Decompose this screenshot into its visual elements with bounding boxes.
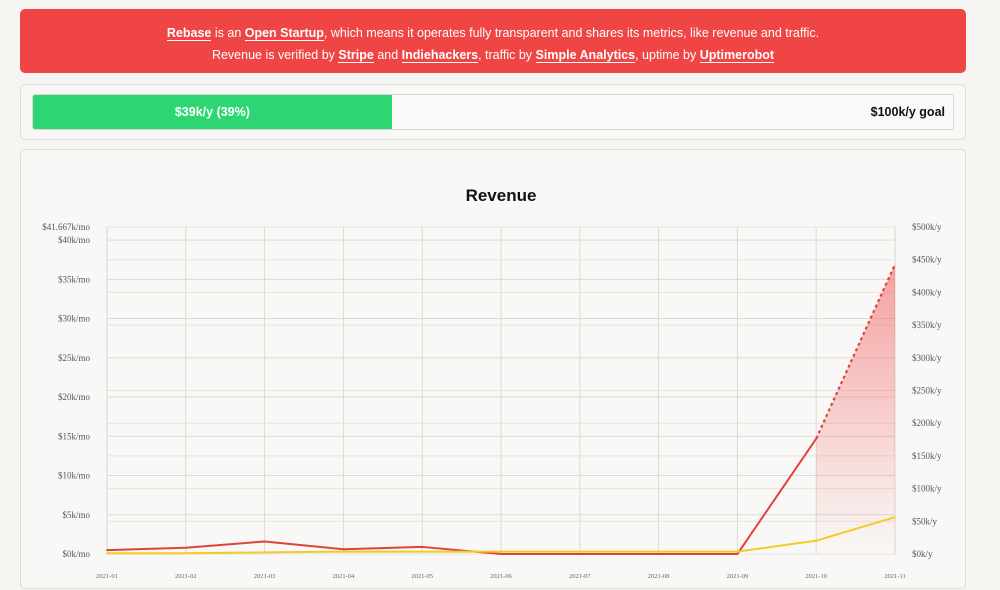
banner-text: , traffic by <box>478 48 536 62</box>
data-point <box>106 549 108 551</box>
y-left-tick-label: $0k/mo <box>62 549 90 559</box>
data-point <box>894 516 896 518</box>
data-point <box>500 550 502 553</box>
goal-label: $100k/y goal <box>870 105 945 119</box>
banner-text: , uptime by <box>635 48 700 62</box>
y-left-tick-label: $20k/mo <box>58 392 91 402</box>
y-right-tick-label: $100k/y <box>912 484 942 494</box>
banner-link-stripe[interactable]: Stripe <box>338 48 374 63</box>
projection-area <box>816 264 895 554</box>
revenue-progress-bar: $39k/y (39%) $100k/y goal <box>32 94 954 130</box>
y-right-tick-label: $150k/y <box>912 451 942 461</box>
banner-text: , which means it operates fully transpar… <box>323 26 820 40</box>
y-right-tick-label: $250k/y <box>912 386 942 396</box>
data-point <box>185 552 187 555</box>
data-point <box>579 553 581 555</box>
data-point <box>421 550 424 553</box>
revenue-progress-fill: $39k/y (39%) <box>33 95 392 129</box>
y-left-tick-label: $30k/mo <box>58 314 91 324</box>
data-point <box>500 553 502 555</box>
data-point <box>657 550 660 553</box>
banner-line-2: Revenue is verified by Stripe and Indieh… <box>20 44 966 66</box>
y-left-tick-label: $10k/mo <box>58 471 91 481</box>
data-point <box>342 548 345 551</box>
y-right-tick-label: $200k/y <box>912 418 942 428</box>
chart-title: Revenue <box>466 186 537 205</box>
revenue-chart: Revenue $0k/mo $5k/mo $10k/mo $15k/mo $20k/mo… <box>42 186 942 580</box>
data-point <box>736 550 739 553</box>
banner-link-rebase[interactable]: Rebase <box>166 26 212 41</box>
data-point <box>815 539 817 542</box>
y-right-tick-label: $450k/y <box>912 255 942 265</box>
banner-link-simple-analytics[interactable]: Simple Analytics <box>535 48 636 63</box>
y-right-tick-label: $400k/y <box>912 287 942 297</box>
revenue-goal-card: $39k/y (39%) $100k/y goal <box>20 84 966 140</box>
banner-link-indiehackers[interactable]: Indiehackers <box>401 48 479 63</box>
y-right-tick-label: $300k/y <box>912 353 942 363</box>
data-point <box>736 553 739 555</box>
y-right-tick-label: $350k/y <box>912 320 942 330</box>
banner-text: is an <box>211 26 245 40</box>
y-left-tick-label: $15k/mo <box>58 431 91 441</box>
y-right-tick-label: $0k/y <box>912 549 933 559</box>
banner-line-1: Rebase is an Open Startup, which means i… <box>20 22 966 44</box>
banner-link-open-startup[interactable]: Open Startup <box>244 26 324 41</box>
y-right-tick-label: $50k/y <box>912 516 938 526</box>
data-point <box>263 540 266 543</box>
banner-link-uptimerobot[interactable]: Uptimerobot <box>699 48 775 63</box>
data-point <box>421 546 424 548</box>
banner-text: and <box>373 48 402 62</box>
data-point <box>579 550 581 553</box>
y-right-tick-label: $500k/y <box>912 222 942 232</box>
progress-label: $39k/y (39%) <box>174 105 250 119</box>
banner-text: Revenue is verified by <box>211 48 339 62</box>
y-left-tick-label: $40k/mo <box>58 235 91 245</box>
revenue-chart-card: Revenue $0k/mo $5k/mo $10k/mo $15k/mo $20k/mo… <box>20 149 966 589</box>
data-point <box>657 553 660 555</box>
y-left-tick-label: $35k/mo <box>58 274 91 284</box>
y-left-top-label: $41.667k/mo <box>42 222 90 232</box>
open-startup-banner: Rebase is an Open Startup, which means i… <box>20 9 966 73</box>
y-left-tick-label: $5k/mo <box>62 510 90 520</box>
data-point <box>185 546 187 549</box>
data-point <box>263 551 266 554</box>
y-left-tick-label: $25k/mo <box>58 353 91 363</box>
data-point <box>342 550 345 553</box>
data-point <box>106 552 108 555</box>
